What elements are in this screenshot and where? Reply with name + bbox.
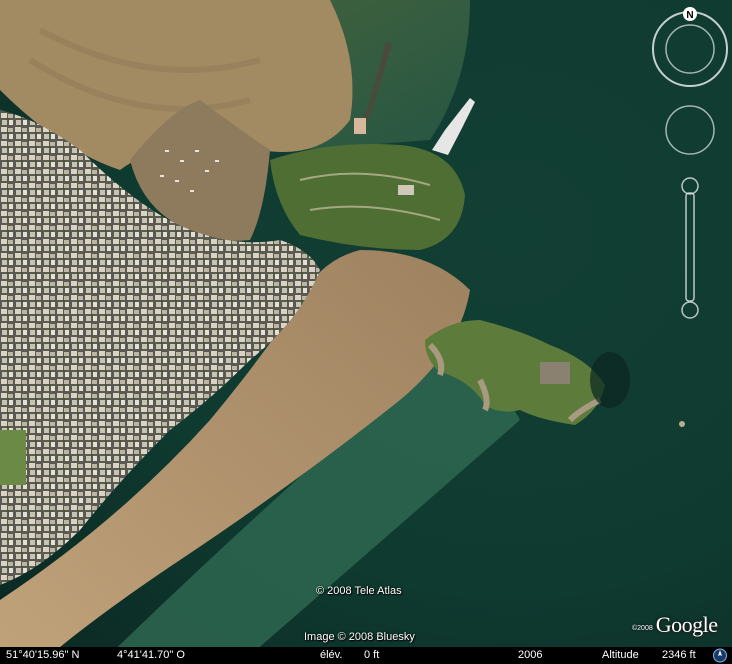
google-logo-copyright: ©2008 xyxy=(632,625,653,632)
compass-status-icon[interactable] xyxy=(712,648,728,663)
elevation-value: 0 ft xyxy=(364,649,380,661)
status-bar: 51°40'15.96" N 4°41'41.70" O élév. 0 ft … xyxy=(0,647,732,664)
pier-hut xyxy=(354,118,366,134)
sports-field xyxy=(0,430,26,485)
tele-atlas-credit: © 2008 Tele Atlas xyxy=(316,585,402,597)
island-fort xyxy=(540,362,570,384)
imagery-year: 2006 xyxy=(518,649,543,661)
latitude-readout: 51°40'15.96" N xyxy=(6,649,80,661)
google-logo-text: Google xyxy=(655,612,718,637)
compass-ring-icon[interactable]: N xyxy=(652,7,728,87)
google-logo: ©2008 Google xyxy=(632,610,718,638)
map-viewport[interactable]: N © 2008 Tele Atlas Image © 2008 Bluesky… xyxy=(0,0,732,664)
look-joystick-icon[interactable] xyxy=(665,105,715,155)
island-shadow xyxy=(590,352,630,408)
zoom-slider-icon[interactable] xyxy=(681,177,699,319)
altitude-label: Altitude xyxy=(602,649,639,661)
imagery-credit: Image © 2008 Bluesky xyxy=(304,631,415,643)
navigation-controls[interactable]: N xyxy=(648,6,732,336)
altitude-value: 2346 ft xyxy=(662,649,696,661)
north-label: N xyxy=(686,10,693,21)
elevation-label: élév. xyxy=(320,649,343,661)
satellite-map[interactable] xyxy=(0,0,732,664)
longitude-readout: 4°41'41.70" O xyxy=(117,649,185,661)
castle-building xyxy=(398,185,414,195)
sea-rock xyxy=(679,421,685,427)
